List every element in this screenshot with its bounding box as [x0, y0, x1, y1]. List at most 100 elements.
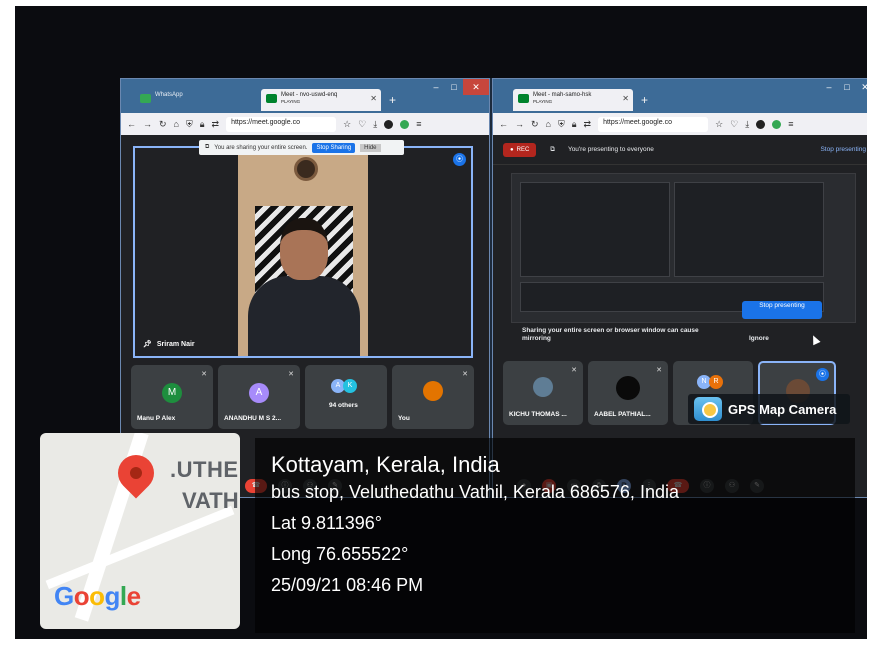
- avatar: [616, 376, 640, 400]
- others-tile[interactable]: A K 94 others: [305, 365, 387, 429]
- speaker-body: [248, 276, 360, 356]
- participant-name: You: [398, 415, 410, 422]
- bookmark-star-icon[interactable]: ☆: [715, 119, 723, 129]
- extension-icon[interactable]: [772, 119, 782, 129]
- mic-off-icon: ✕: [462, 371, 468, 378]
- map-road: [45, 505, 235, 590]
- mouse-cursor-icon: [809, 333, 821, 346]
- bookmark-star-icon[interactable]: ☆: [343, 119, 351, 129]
- stop-presenting-link[interactable]: Stop presenting: [820, 146, 866, 153]
- location-info-panel: Kottayam, Kerala, India bus stop, Veluth…: [255, 438, 855, 633]
- lock-icon[interactable]: 🔒︎: [200, 119, 205, 129]
- longitude: Long 76.655522°: [271, 544, 409, 564]
- mic-off-icon: ✕: [656, 367, 662, 374]
- shield-icon[interactable]: ⛨: [558, 119, 565, 129]
- tab-title: WhatsApp: [155, 92, 183, 98]
- participant-tile[interactable]: ✕ M Manu P Alex: [131, 365, 213, 429]
- participant-tile[interactable]: ✕ KICHU THOMAS ...: [503, 361, 583, 425]
- left-tab-bar: WhatsApp Meet - nvo-uswd-enq PLAYING ✕ +…: [121, 79, 489, 113]
- window-close-icon[interactable]: ✕: [856, 79, 867, 95]
- menu-icon[interactable]: ≡: [416, 119, 421, 129]
- forward-arrow-icon[interactable]: →: [143, 119, 152, 129]
- reload-icon[interactable]: ↻: [531, 119, 539, 129]
- home-icon[interactable]: ⌂: [546, 119, 551, 129]
- right-tab-bar: Meet - mah-samo-hsk PLAYING ✕ + – □ ✕: [493, 79, 867, 113]
- meet-icon: [266, 94, 277, 103]
- self-avatar: [423, 381, 443, 401]
- wall-clock: [294, 157, 318, 181]
- hide-banner-button[interactable]: Hide: [360, 143, 381, 152]
- minimize-icon[interactable]: –: [427, 79, 445, 95]
- back-arrow-icon[interactable]: ←: [127, 119, 136, 129]
- stop-presenting-button[interactable]: Stop presenting: [742, 301, 822, 319]
- minimize-icon[interactable]: –: [820, 79, 838, 95]
- gps-camera-badge: GPS Map Camera: [688, 394, 850, 424]
- left-participant-strip: ✕ M Manu P Alex ✕ A ANANDHU M S 2... A K…: [131, 365, 474, 429]
- permissions-icon[interactable]: ⇄: [584, 119, 592, 129]
- avatar: K: [343, 379, 357, 393]
- mic-off-icon: ✕: [288, 371, 294, 378]
- mic-off-icon: ✕: [201, 371, 207, 378]
- close-icon[interactable]: ✕: [370, 94, 377, 103]
- ignore-button[interactable]: Ignore: [749, 335, 769, 342]
- url-field[interactable]: https://meet.google.co: [226, 116, 337, 132]
- location-city: Kottayam, Kerala, India: [271, 452, 500, 477]
- presenting-bar: ● REC ⧉ You're presenting to everyone St…: [493, 135, 867, 165]
- shield-icon[interactable]: ⛨: [186, 119, 193, 129]
- new-tab-icon[interactable]: +: [389, 93, 396, 107]
- meet-icon: [518, 94, 529, 103]
- download-icon[interactable]: ⤓: [373, 119, 377, 129]
- lock-icon[interactable]: 🔒︎: [572, 119, 577, 129]
- mirror-pane: [520, 182, 670, 277]
- window-controls: – □ ✕: [427, 79, 489, 95]
- speaker-label: 📌︎ Sriram Nair: [143, 340, 195, 349]
- extension-icon[interactable]: [756, 119, 766, 129]
- download-icon[interactable]: ⤓: [745, 119, 749, 129]
- extension-icon[interactable]: [400, 119, 410, 129]
- window-controls: – □ ✕: [820, 79, 867, 95]
- speaker-head: [280, 218, 328, 280]
- maximize-icon[interactable]: □: [445, 79, 463, 95]
- mic-off-icon: ✕: [571, 367, 577, 374]
- reload-icon[interactable]: ↻: [159, 119, 167, 129]
- home-icon[interactable]: ⌂: [174, 119, 179, 129]
- tab-meet[interactable]: Meet - mah-samo-hsk PLAYING ✕: [513, 89, 633, 111]
- forward-arrow-icon[interactable]: →: [515, 119, 524, 129]
- google-logo: Google: [54, 581, 141, 611]
- permissions-icon[interactable]: ⇄: [212, 119, 220, 129]
- participant-name: ANANDHU M S 2...: [224, 415, 282, 422]
- pin-icon[interactable]: 📌︎: [143, 340, 152, 348]
- main-speaker-tile[interactable]: ⦿ 📌︎ Sriram Nair: [133, 146, 473, 358]
- participant-tile[interactable]: ✕ AABEL PATHIAL...: [588, 361, 668, 425]
- close-icon[interactable]: ✕: [622, 94, 629, 103]
- self-tile[interactable]: ✕ You: [392, 365, 474, 429]
- back-arrow-icon[interactable]: ←: [499, 119, 508, 129]
- tab-title: Meet - mah-samo-hsk: [533, 92, 592, 98]
- new-tab-icon[interactable]: +: [641, 93, 648, 107]
- maximize-icon[interactable]: □: [838, 79, 856, 95]
- right-browser-window: Meet - mah-samo-hsk PLAYING ✕ + – □ ✕ ← …: [492, 78, 867, 498]
- latitude: Lat 9.811396°: [271, 513, 382, 533]
- pocket-icon[interactable]: ♡: [358, 119, 366, 129]
- extension-icon[interactable]: [384, 119, 394, 129]
- participant-tile[interactable]: ✕ A ANANDHU M S 2...: [218, 365, 300, 429]
- datetime-stamp: 25/09/21 08:46 PM: [271, 575, 424, 595]
- record-dot-icon: ●: [510, 146, 514, 153]
- right-nav-bar: ← → ↻ ⌂ ⛨ 🔒︎ ⇄ https://meet.google.co ☆ …: [493, 113, 867, 135]
- tab-meet[interactable]: Meet - nvo-uswd-enq PLAYING ✕: [261, 89, 381, 111]
- recording-badge: ● REC: [503, 142, 537, 157]
- whatsapp-icon: [140, 94, 151, 103]
- tab-playing-label: PLAYING: [533, 99, 553, 104]
- menu-icon[interactable]: ≡: [788, 119, 793, 129]
- tab-whatsapp[interactable]: WhatsApp: [135, 89, 253, 111]
- window-close-icon[interactable]: ✕: [463, 79, 489, 95]
- presenting-text: You're presenting to everyone: [567, 146, 654, 153]
- avatar: [533, 377, 553, 397]
- screen-share-icon: ⧉: [205, 144, 210, 150]
- avatar: A: [249, 383, 269, 403]
- pocket-icon[interactable]: ♡: [730, 119, 738, 129]
- url-field[interactable]: https://meet.google.co: [598, 116, 709, 132]
- map-place-label: .UTHE: [170, 457, 239, 482]
- gps-camera-icon: [694, 397, 722, 421]
- stop-sharing-button[interactable]: Stop Sharing: [312, 142, 356, 153]
